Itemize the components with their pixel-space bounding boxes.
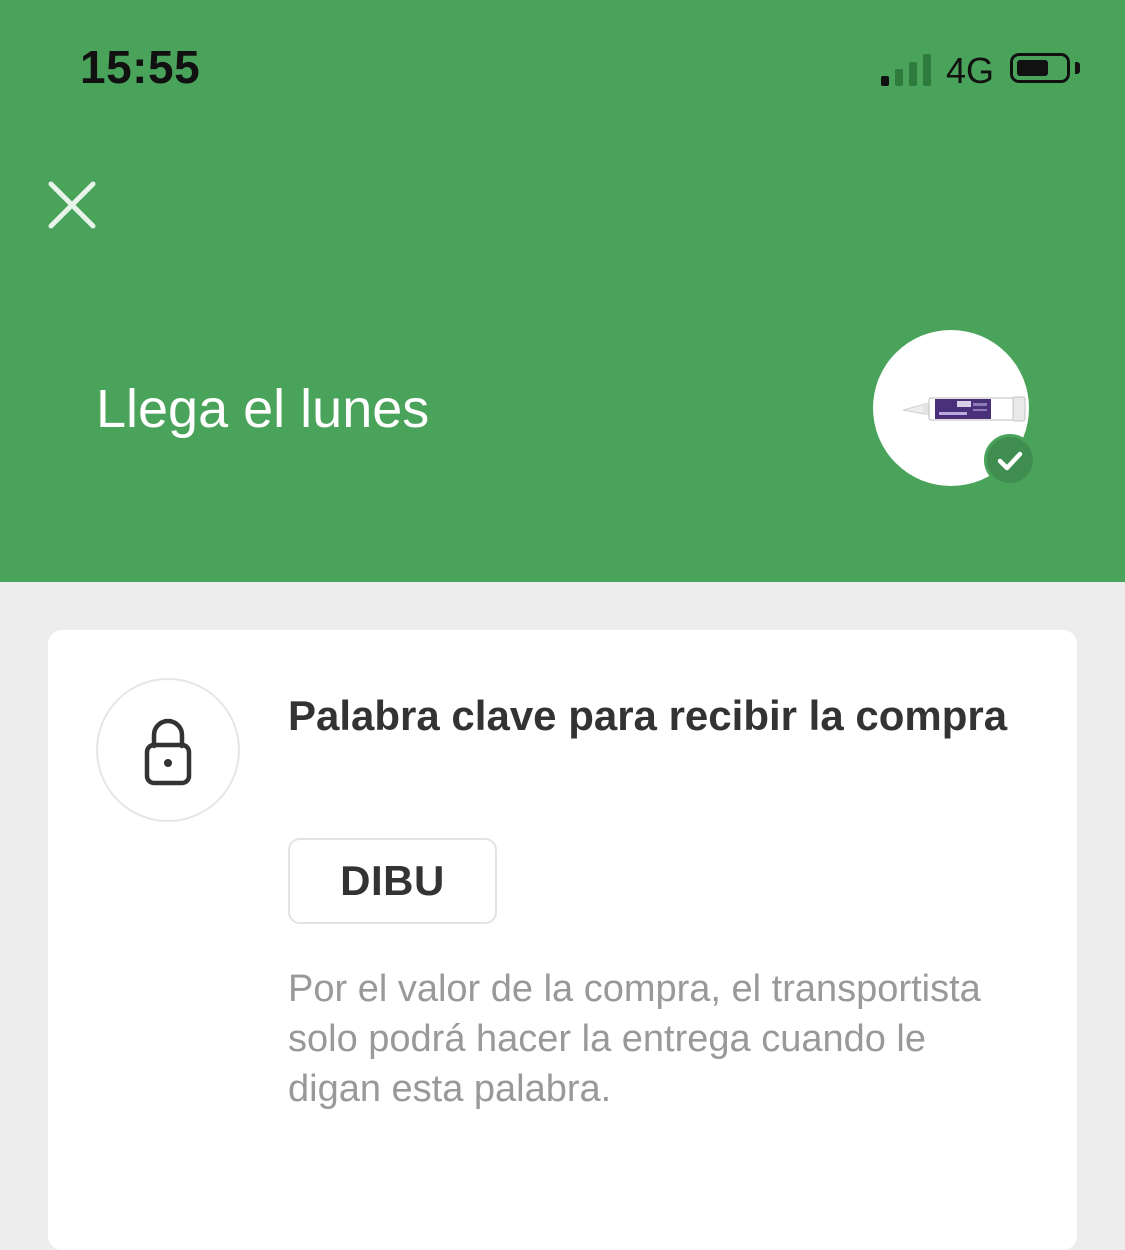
card-title: Palabra clave para recibir la compra <box>288 692 1008 739</box>
close-icon <box>48 181 96 229</box>
keyword-value: DIBU <box>288 838 497 924</box>
delivery-headline: Llega el lunes <box>96 379 430 439</box>
signal-icon <box>881 52 935 86</box>
battery-tip <box>1075 62 1080 74</box>
lock-badge <box>96 678 240 822</box>
status-time: 15:55 <box>80 41 201 93</box>
header: 15:55 4G Llega el lunes <box>0 0 1125 582</box>
check-badge <box>984 434 1036 486</box>
battery-icon <box>1010 53 1070 83</box>
card-description: Por el valor de la compra, el transporti… <box>288 968 981 1110</box>
lock-icon <box>144 718 192 786</box>
check-icon <box>997 451 1023 471</box>
close-button[interactable] <box>42 175 102 235</box>
status-bar: 15:55 4G <box>0 0 1125 140</box>
network-label: 4G <box>946 50 995 91</box>
